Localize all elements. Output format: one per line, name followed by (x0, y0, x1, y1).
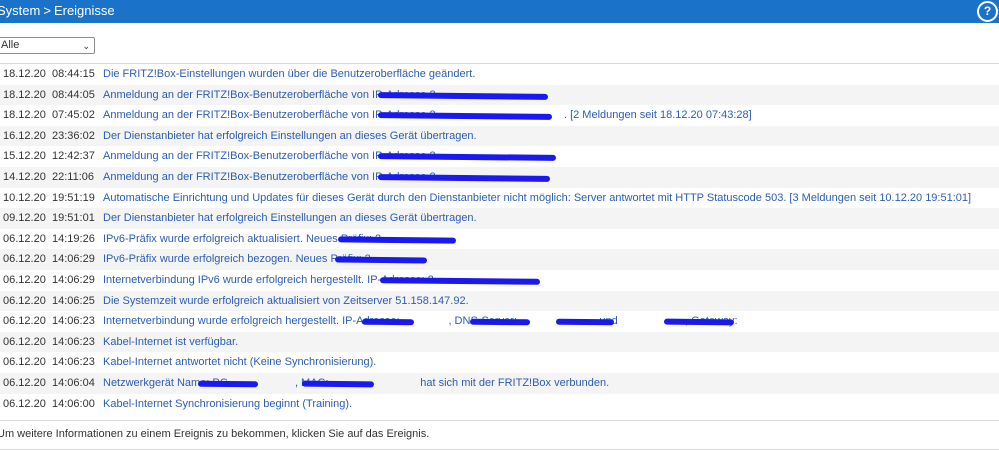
event-time: 14:06:29 (52, 273, 95, 286)
event-date: 18.12.20 (3, 109, 46, 122)
event-date: 06.12.20 (3, 356, 46, 369)
event-message[interactable]: IPv6-Präfix wurde erfolgreich bezogen. N… (103, 249, 371, 270)
event-message[interactable]: Kabel-Internet ist verfügbar. (103, 332, 238, 353)
redaction-mark (663, 318, 735, 326)
chevron-down-icon: ⌄ (82, 41, 90, 51)
event-date: 14.12.20 (3, 170, 46, 183)
event-date: 06.12.20 (3, 232, 46, 245)
event-row[interactable]: 15.12.20 12:42:37 Anmeldung an der FRITZ!B… (0, 146, 999, 167)
event-time: 14:06:29 (52, 253, 95, 266)
event-time: 14:19:26 (52, 232, 95, 245)
help-icon[interactable]: ? (977, 1, 998, 22)
footer-hint: Um weitere Informationen zu einem Ereign… (0, 420, 999, 450)
event-date: 09.12.20 (3, 212, 46, 225)
event-message[interactable]: Der Dienstanbieter hat erfolgreich Einst… (103, 208, 477, 229)
event-time: 14:06:25 (52, 294, 95, 307)
event-filter-select[interactable]: Alle ⌄ (0, 37, 95, 54)
event-time: 19:51:19 (52, 191, 95, 204)
event-time: 19:51:01 (52, 212, 95, 225)
event-time: 14:06:23 (52, 335, 95, 348)
redaction-mark (469, 318, 531, 326)
breadcrumb-ereignisse: Ereignisse (53, 3, 115, 18)
event-log: 18.12.20 08:44:15 Die FRITZ!Box-Einstellun… (0, 64, 999, 414)
redaction-mark (197, 380, 259, 388)
event-date: 15.12.20 (3, 150, 46, 163)
event-row[interactable]: 06.12.20 14:06:29 IPv6-Präfix wurde erfolg… (0, 249, 999, 270)
event-row[interactable]: 06.12.20 14:06:25 Die Systemzeit wurde erf… (0, 290, 999, 312)
event-row[interactable]: 06.12.20 14:06:23 Internetverbindung wurde… (0, 311, 999, 332)
event-time: 14:06:23 (52, 356, 95, 369)
event-message[interactable]: Die FRITZ!Box-Einstellungen wurden über … (103, 64, 475, 85)
event-time: 08:44:15 (52, 68, 95, 80)
event-date: 18.12.20 (3, 88, 46, 101)
event-message[interactable]: Kabel-Internet Synchronisierung beginnt … (103, 394, 352, 415)
event-date: 06.12.20 (3, 335, 46, 348)
redaction-mark (377, 91, 549, 100)
event-date: 06.12.20 (3, 315, 46, 328)
event-row[interactable]: 18.12.20 07:45:02 Anmeldung an der FRITZ!B… (0, 105, 999, 126)
event-date: 06.12.20 (3, 273, 46, 286)
event-message[interactable]: Internetverbindung wurde erfolgreich her… (103, 311, 738, 332)
event-date: 18.12.20 (3, 68, 46, 80)
event-message[interactable]: Kabel-Internet antwortet nicht (Keine Sy… (103, 352, 376, 373)
breadcrumb-system[interactable]: System (0, 3, 40, 18)
event-time: 14:06:00 (52, 397, 95, 410)
redaction-mark (555, 318, 615, 326)
breadcrumb-separator: > (43, 3, 51, 18)
event-time: 23:36:02 (52, 129, 95, 142)
event-row[interactable]: 06.12.20 14:06:00 Kabel-Internet Synchroni… (0, 394, 999, 415)
event-row[interactable]: 09.12.20 19:51:01 Der Dienstanbieter hat e… (0, 208, 999, 229)
breadcrumb: System > Ereignisse (0, 3, 115, 19)
event-filter-value: Alle (1, 39, 20, 51)
event-time: 08:44:05 (52, 88, 95, 101)
event-row[interactable]: 18.12.20 08:44:05 Anmeldung an der FRITZ!B… (0, 84, 999, 106)
redaction-mark (337, 236, 457, 244)
event-time: 07:45:02 (52, 109, 95, 122)
event-date: 06.12.20 (3, 253, 46, 266)
redaction-mark (361, 318, 415, 326)
event-time: 14:06:04 (52, 376, 95, 389)
event-time: 12:42:37 (52, 150, 95, 163)
event-date: 10.12.20 (3, 191, 46, 204)
event-date: 06.12.20 (3, 294, 46, 307)
event-row[interactable]: 14.12.20 22:11:06 Anmeldung an der FRITZ!B… (0, 166, 999, 188)
event-message[interactable]: Automatische Einrichtung und Updates für… (103, 188, 971, 209)
event-time: 22:11:06 (52, 170, 95, 183)
event-date: 06.12.20 (3, 397, 46, 410)
event-row[interactable]: 06.12.20 14:06:23 Kabel-Internet ist verfü… (0, 331, 999, 353)
event-date: 06.12.20 (3, 376, 46, 389)
event-row[interactable]: 06.12.2014:06:04Netzwerkgerät Name: PC ,… (0, 372, 999, 394)
event-row[interactable]: 16.12.20 23:36:02 Der Dienstanbieter hat e… (0, 125, 999, 147)
event-date: 16.12.20 (3, 129, 46, 142)
header-bar: System > Ereignisse ? (0, 0, 999, 23)
event-row[interactable]: 06.12.20 14:06:23 Kabel-Internet antwortet… (0, 352, 999, 373)
event-message[interactable]: Die Systemzeit wurde erfolgreich aktuali… (103, 291, 469, 312)
filter-toolbar: Alle ⌄ (0, 24, 999, 64)
redaction-mark (301, 380, 375, 388)
event-row[interactable]: 10.12.20 19:51:19 Automatische Einrichtung… (0, 188, 999, 209)
event-row[interactable]: 18.12.20 08:44:15 Die FRITZ!Box-Einstellun… (0, 64, 999, 85)
footer-hint-text: Um weitere Informationen zu einem Ereign… (0, 428, 430, 440)
event-message[interactable]: Der Dienstanbieter hat erfolgreich Einst… (103, 126, 477, 147)
event-row[interactable]: 06.12.20 14:06:29 Internetverbindung IPv6 … (0, 270, 999, 291)
event-row[interactable]: 06.12.20 14:19:26 IPv6-Präfix wurde erfolg… (0, 229, 999, 250)
event-time: 14:06:23 (52, 315, 95, 328)
